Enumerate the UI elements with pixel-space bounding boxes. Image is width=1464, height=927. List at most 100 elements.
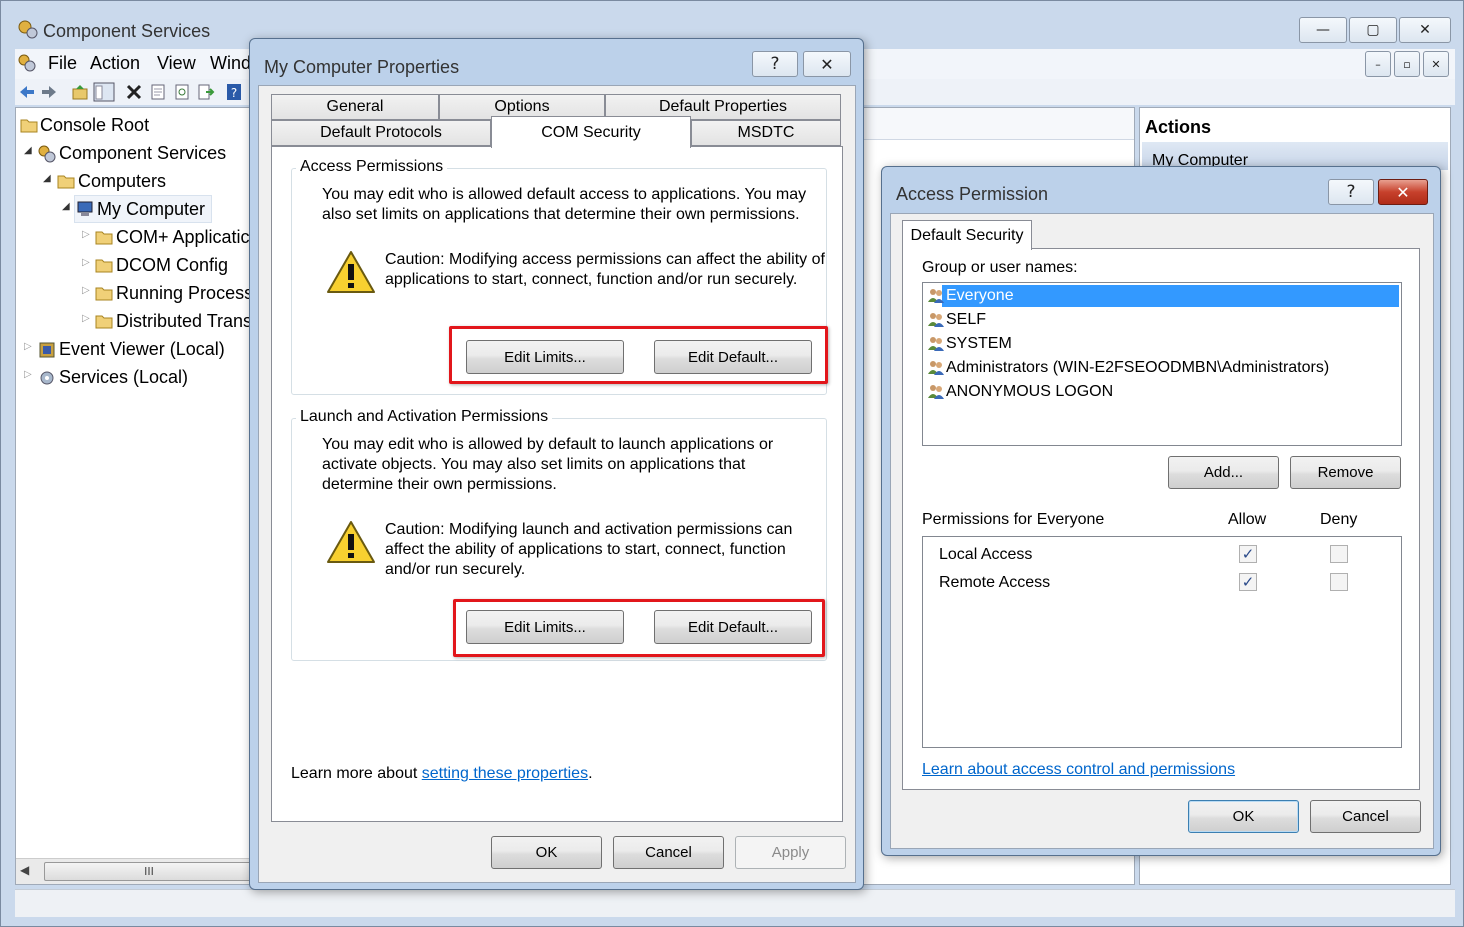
learn-more-link[interactable]: setting these properties <box>422 765 588 782</box>
maximize-button[interactable]: ▢ <box>1349 17 1397 43</box>
menu-window[interactable]: Wind <box>210 53 251 74</box>
allow-column-header: Allow <box>1228 511 1267 528</box>
close-icon: ✕ <box>1419 22 1431 38</box>
button-label: OK <box>535 844 558 861</box>
warning-icon <box>327 251 375 293</box>
button-label: Cancel <box>1342 808 1389 825</box>
access-close-button[interactable]: ✕ <box>1378 179 1428 205</box>
tab-label: Options <box>494 98 550 115</box>
collapsed-arrow-icon[interactable]: ▷ <box>24 369 32 380</box>
collapsed-arrow-icon[interactable]: ▷ <box>82 285 90 296</box>
tree-dcom-config[interactable]: DCOM Config <box>116 255 228 276</box>
scroll-left-icon[interactable]: ◀ <box>20 863 29 877</box>
tree-computers[interactable]: Computers <box>78 171 166 192</box>
user-self[interactable]: SELF <box>946 311 986 329</box>
tree-event-viewer[interactable]: Event Viewer (Local) <box>59 339 225 360</box>
minimize-icon: — <box>1316 22 1330 38</box>
user-everyone[interactable]: Everyone <box>946 287 1014 305</box>
status-bar <box>15 889 1455 917</box>
minimize-button[interactable]: — <box>1299 17 1347 43</box>
folder-icon <box>95 287 113 301</box>
tree-component-services[interactable]: Component Services <box>59 143 226 164</box>
show-hide-tree-icon[interactable] <box>93 82 115 102</box>
mdi-minimize-button[interactable]: – <box>1365 51 1391 77</box>
delete-icon[interactable] <box>125 83 143 101</box>
app-icon <box>17 19 39 41</box>
mdi-close-button[interactable]: ✕ <box>1423 51 1449 77</box>
tab-label: MSDTC <box>737 124 795 141</box>
user-administrators[interactable]: Administrators (WIN-E2FSEOODMBN\Administ… <box>946 359 1329 377</box>
tree-horizontal-scrollbar[interactable]: ◀ III <box>16 858 254 884</box>
expanded-arrow-icon[interactable]: ◢ <box>62 201 70 212</box>
center-pane-header <box>858 108 1134 140</box>
button-label: Add... <box>1203 464 1244 481</box>
user-system[interactable]: SYSTEM <box>946 335 1012 353</box>
remove-user-button[interactable]: Remove <box>1290 456 1401 489</box>
group-names-label: Group or user names: <box>922 259 1078 276</box>
properties-close-button[interactable]: ✕ <box>803 51 851 77</box>
scroll-thumb[interactable]: III <box>44 862 254 881</box>
tree-running-processes[interactable]: Running Processe <box>116 283 263 304</box>
user-group-icon <box>928 289 944 303</box>
expanded-arrow-icon[interactable]: ◢ <box>24 145 32 156</box>
tab-com-security[interactable]: COM Security <box>491 116 691 148</box>
access-cancel-button[interactable]: Cancel <box>1310 800 1421 833</box>
menu-view[interactable]: View <box>157 53 196 74</box>
collapsed-arrow-icon[interactable]: ▷ <box>82 313 90 324</box>
tree-com-plus-applications[interactable]: COM+ Applicatic <box>116 227 250 248</box>
tab-general[interactable]: General <box>271 94 439 120</box>
restore-icon: ▫ <box>1403 57 1411 71</box>
add-user-button[interactable]: Add... <box>1168 456 1279 489</box>
properties-icon[interactable] <box>149 83 167 101</box>
help-icon: ? <box>1346 182 1356 202</box>
learn-more-suffix: . <box>588 765 593 782</box>
close-button[interactable]: ✕ <box>1399 17 1451 43</box>
remote-access-deny-checkbox <box>1330 573 1348 591</box>
menu-file[interactable]: File <box>48 53 77 74</box>
collapsed-arrow-icon[interactable]: ▷ <box>24 341 32 352</box>
access-control-learn-link[interactable]: Learn about access control and permissio… <box>922 761 1235 779</box>
mdi-restore-button[interactable]: ▫ <box>1394 51 1420 77</box>
tree-console-root[interactable]: Console Root <box>40 115 149 136</box>
collapsed-arrow-icon[interactable]: ▷ <box>82 229 90 240</box>
permission-local-access: Local Access <box>939 546 1033 563</box>
user-list[interactable]: Everyone SELF SYSTEM Administrators (WIN… <box>922 282 1402 446</box>
tab-default-security[interactable]: Default Security <box>902 220 1032 250</box>
help-icon[interactable]: ? <box>225 83 243 101</box>
menu-action[interactable]: Action <box>90 53 140 74</box>
access-help-button[interactable]: ? <box>1328 179 1374 205</box>
access-ok-button[interactable]: OK <box>1188 800 1299 833</box>
user-anonymous-logon[interactable]: ANONYMOUS LOGON <box>946 383 1113 401</box>
refresh-icon[interactable] <box>173 83 191 101</box>
checkmark-icon: ✓ <box>1241 573 1255 591</box>
collapsed-arrow-icon[interactable]: ▷ <box>82 257 90 268</box>
export-list-icon[interactable] <box>197 83 215 101</box>
tab-msdtc[interactable]: MSDTC <box>691 120 841 146</box>
tab-default-protocols[interactable]: Default Protocols <box>271 120 491 146</box>
services-gear-icon <box>40 371 54 385</box>
access-dialog-title: Access Permission <box>896 184 1049 204</box>
tree-services[interactable]: Services (Local) <box>59 367 188 388</box>
properties-help-button[interactable]: ? <box>752 51 798 77</box>
properties-ok-button[interactable]: OK <box>491 836 602 869</box>
tree-my-computer[interactable]: My Computer <box>97 199 205 220</box>
up-folder-icon[interactable] <box>71 83 89 101</box>
local-access-allow-checkbox: ✓ <box>1239 545 1257 563</box>
folder-icon <box>57 175 75 189</box>
tree-distributed-transactions[interactable]: Distributed Trans <box>116 311 252 332</box>
properties-cancel-button[interactable]: Cancel <box>613 836 724 869</box>
highlight-box <box>453 599 825 657</box>
folder-icon <box>95 231 113 245</box>
help-icon: ? <box>770 54 780 74</box>
back-arrow-icon[interactable] <box>18 83 36 101</box>
folder-icon <box>95 259 113 273</box>
tab-label: Default Protocols <box>320 124 442 141</box>
expanded-arrow-icon[interactable]: ◢ <box>43 173 51 184</box>
permission-remote-access: Remote Access <box>939 574 1051 591</box>
tab-label: Default Properties <box>658 98 788 115</box>
event-viewer-icon <box>39 342 55 358</box>
learn-more-text: Learn more about setting these propertie… <box>291 765 593 783</box>
highlight-box <box>449 326 828 384</box>
menu-icon <box>17 53 37 73</box>
forward-arrow-icon[interactable] <box>40 83 58 101</box>
